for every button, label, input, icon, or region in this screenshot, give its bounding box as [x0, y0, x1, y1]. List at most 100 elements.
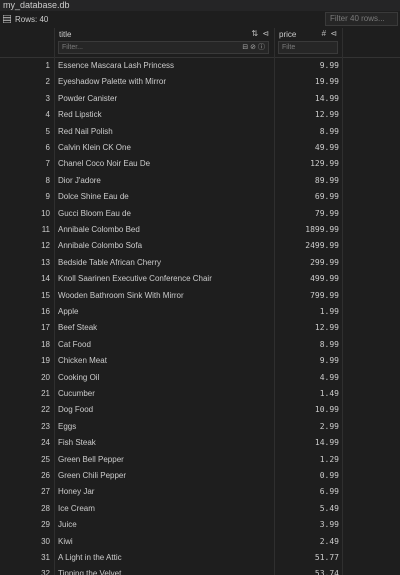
table-row[interactable]: 23 Eggs 2.99 [0, 419, 400, 435]
cell-price[interactable]: 2.49 [275, 534, 342, 550]
cell-title[interactable]: A Light in the Attic [58, 550, 273, 566]
cell-price[interactable]: 69.99 [275, 189, 342, 205]
table-row[interactable]: 28 Ice Cream 5.49 [0, 501, 400, 517]
table-row[interactable]: 21 Cucumber 1.49 [0, 386, 400, 402]
pin-icon[interactable]: ⊲ [330, 29, 338, 38]
table-row[interactable]: 4 Red Lipstick 12.99 [0, 107, 400, 123]
cell-title[interactable]: Dolce Shine Eau de [58, 189, 273, 205]
cell-price[interactable]: 799.99 [275, 288, 342, 304]
table-row[interactable]: 8 Dior J'adore 89.99 [0, 173, 400, 189]
table-row[interactable]: 14 Knoll Saarinen Executive Conference Ch… [0, 271, 400, 287]
table-row[interactable]: 19 Chicken Meat 9.99 [0, 353, 400, 369]
cell-title[interactable]: Wooden Bathroom Sink With Mirror [58, 288, 273, 304]
cell-title[interactable]: Tipping the Velvet [58, 566, 273, 575]
cell-title[interactable]: Annibale Colombo Bed [58, 222, 273, 238]
cell-title[interactable]: Essence Mascara Lash Princess [58, 58, 273, 74]
cell-price[interactable]: 49.99 [275, 140, 342, 156]
cell-title[interactable]: Bedside Table African Cherry [58, 255, 273, 271]
table-row[interactable]: 3 Powder Canister 14.99 [0, 91, 400, 107]
sort-icon[interactable]: ⇅ [251, 29, 259, 38]
table-row[interactable]: 30 Kiwi 2.49 [0, 534, 400, 550]
table-row[interactable]: 17 Beef Steak 12.99 [0, 320, 400, 336]
filter-mode-icon[interactable]: ⊟ [242, 44, 248, 51]
cell-title[interactable]: Dior J'adore [58, 173, 273, 189]
info-icon[interactable]: ⓘ [258, 44, 265, 51]
cell-title[interactable]: Gucci Bloom Eau de [58, 206, 273, 222]
cell-title[interactable]: Eggs [58, 419, 273, 435]
cell-price[interactable]: 5.49 [275, 501, 342, 517]
cell-title[interactable]: Apple [58, 304, 273, 320]
table-row[interactable]: 24 Fish Steak 14.99 [0, 435, 400, 451]
table-row[interactable]: 6 Calvin Klein CK One 49.99 [0, 140, 400, 156]
column-header-title[interactable]: title ⇅ ⊲ Filter... ⊟ ⊘ ⓘ [55, 28, 274, 57]
table-row[interactable]: 27 Honey Jar 6.99 [0, 484, 400, 500]
cell-price[interactable]: 79.99 [275, 206, 342, 222]
table-row[interactable]: 31 A Light in the Attic 51.77 [0, 550, 400, 566]
table-row[interactable]: 9 Dolce Shine Eau de 69.99 [0, 189, 400, 205]
cell-title[interactable]: Calvin Klein CK One [58, 140, 273, 156]
column-header-price[interactable]: price # ⊲ Filte [275, 28, 342, 57]
cell-price[interactable]: 14.99 [275, 91, 342, 107]
cell-title[interactable]: Eyeshadow Palette with Mirror [58, 74, 273, 90]
cell-price[interactable]: 12.99 [275, 320, 342, 336]
cell-price[interactable]: 14.99 [275, 435, 342, 451]
table-row[interactable]: 2 Eyeshadow Palette with Mirror 19.99 [0, 74, 400, 90]
cell-title[interactable]: Dog Food [58, 402, 273, 418]
cell-title[interactable]: Knoll Saarinen Executive Conference Chai… [58, 271, 273, 287]
cell-title[interactable]: Powder Canister [58, 91, 273, 107]
cell-price[interactable]: 19.99 [275, 74, 342, 90]
cell-price[interactable]: 0.99 [275, 468, 342, 484]
table-row[interactable]: 22 Dog Food 10.99 [0, 402, 400, 418]
table-row[interactable]: 16 Apple 1.99 [0, 304, 400, 320]
table-row[interactable]: 12 Annibale Colombo Sofa 2499.99 [0, 238, 400, 254]
cell-price[interactable]: 9.99 [275, 353, 342, 369]
title-filter-input[interactable]: Filter... ⊟ ⊘ ⓘ [58, 41, 269, 54]
cell-title[interactable]: Ice Cream [58, 501, 273, 517]
cell-title[interactable]: Red Lipstick [58, 107, 273, 123]
table-row[interactable]: 18 Cat Food 8.99 [0, 337, 400, 353]
cell-price[interactable]: 1.29 [275, 452, 342, 468]
cell-price[interactable]: 4.99 [275, 370, 342, 386]
cell-price[interactable]: 10.99 [275, 402, 342, 418]
cell-title[interactable]: Green Bell Pepper [58, 452, 273, 468]
cell-title[interactable]: Chanel Coco Noir Eau De [58, 156, 273, 172]
cell-title[interactable]: Chicken Meat [58, 353, 273, 369]
cell-price[interactable]: 9.99 [275, 58, 342, 74]
table-row[interactable]: 25 Green Bell Pepper 1.29 [0, 452, 400, 468]
cell-price[interactable]: 2.99 [275, 419, 342, 435]
table-row[interactable]: 11 Annibale Colombo Bed 1899.99 [0, 222, 400, 238]
table-row[interactable]: 1 Essence Mascara Lash Princess 9.99 [0, 58, 400, 74]
price-filter-input[interactable]: Filte [278, 41, 338, 54]
cell-price[interactable]: 499.99 [275, 271, 342, 287]
cell-title[interactable]: Fish Steak [58, 435, 273, 451]
cell-price[interactable]: 1.99 [275, 304, 342, 320]
table-row[interactable]: 7 Chanel Coco Noir Eau De 129.99 [0, 156, 400, 172]
table-row[interactable]: 32 Tipping the Velvet 53.74 [0, 566, 400, 575]
cell-price[interactable]: 6.99 [275, 484, 342, 500]
cell-price[interactable]: 2499.99 [275, 238, 342, 254]
table-row[interactable]: 26 Green Chili Pepper 0.99 [0, 468, 400, 484]
cell-title[interactable]: Kiwi [58, 534, 273, 550]
cell-price[interactable]: 53.74 [275, 566, 342, 575]
table-row[interactable]: 20 Cooking Oil 4.99 [0, 370, 400, 386]
cell-price[interactable]: 1.49 [275, 386, 342, 402]
table-row[interactable]: 10 Gucci Bloom Eau de 79.99 [0, 206, 400, 222]
pin-icon[interactable]: ⊲ [262, 29, 270, 38]
cell-price[interactable]: 12.99 [275, 107, 342, 123]
cell-price[interactable]: 299.99 [275, 255, 342, 271]
table-row[interactable]: 13 Bedside Table African Cherry 299.99 [0, 255, 400, 271]
cell-price[interactable]: 51.77 [275, 550, 342, 566]
cell-title[interactable]: Annibale Colombo Sofa [58, 238, 273, 254]
table-row[interactable]: 15 Wooden Bathroom Sink With Mirror 799.99 [0, 288, 400, 304]
cell-price[interactable]: 8.99 [275, 124, 342, 140]
table-row[interactable]: 5 Red Nail Polish 8.99 [0, 124, 400, 140]
table-row[interactable]: 29 Juice 3.99 [0, 517, 400, 533]
cell-title[interactable]: Honey Jar [58, 484, 273, 500]
cell-price[interactable]: 1899.99 [275, 222, 342, 238]
cell-title[interactable]: Cat Food [58, 337, 273, 353]
null-filter-icon[interactable]: ⊘ [250, 44, 256, 51]
cell-title[interactable]: Beef Steak [58, 320, 273, 336]
cell-title[interactable]: Cooking Oil [58, 370, 273, 386]
cell-title[interactable]: Cucumber [58, 386, 273, 402]
filter-all-rows-input[interactable]: Filter 40 rows... [325, 12, 398, 26]
